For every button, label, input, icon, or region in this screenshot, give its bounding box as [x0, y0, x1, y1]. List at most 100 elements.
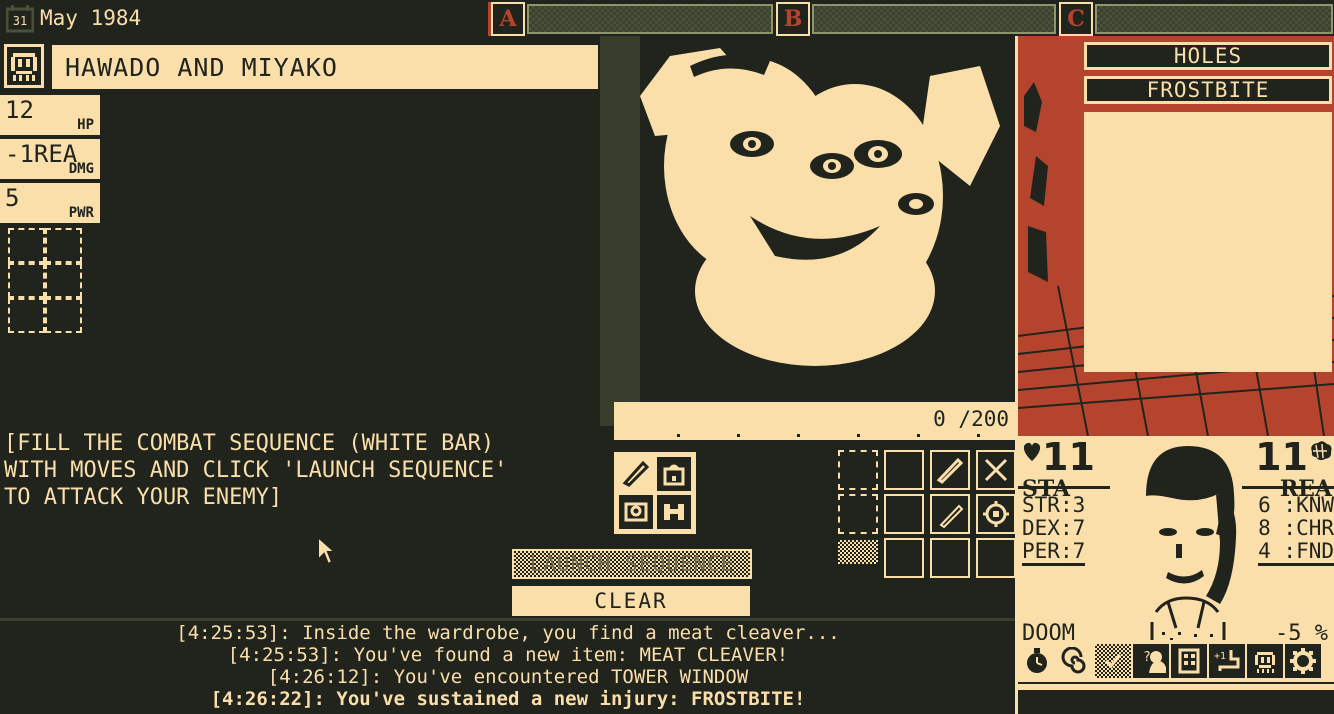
stat-hp-value: 12 [5, 96, 34, 124]
bottom-toolbar[interactable]: ? +1 [1018, 640, 1334, 682]
slot-bar-a[interactable] [527, 4, 773, 34]
inventory-slot[interactable] [8, 263, 45, 298]
inquiry-icon-button[interactable]: ? [1133, 644, 1169, 678]
brain-icon [1311, 441, 1332, 461]
building-icon-button[interactable] [1171, 644, 1207, 678]
party-creature-icon[interactable] [4, 44, 44, 88]
attr-chr-value: 8 [1258, 516, 1271, 540]
move-cross-slash[interactable] [976, 450, 1016, 490]
kneel-figure-icon [894, 503, 909, 523]
equip-slot-helmet[interactable] [617, 493, 655, 531]
inventory-slot[interactable] [45, 298, 82, 333]
inventory-slot[interactable] [45, 263, 82, 298]
move-grab-hand[interactable] [884, 450, 924, 490]
attr-fnd-value: 4 [1258, 539, 1271, 563]
attr-chr: 8 :CHR [1258, 516, 1334, 540]
move-slot-empty[interactable] [838, 450, 878, 490]
toolbar-underline [1018, 684, 1334, 690]
sequence-counter: 0 /200 [933, 407, 1009, 431]
reason-value: 11 [1255, 436, 1308, 479]
slot-letter-a[interactable]: A [491, 2, 525, 36]
launch-sequence-button[interactable]: LAUNCH SEQUENCE [512, 549, 752, 579]
right-panel: HOLES FROSTBITE 11 STA 11 REA STR:3 DEX:… [1018, 36, 1334, 714]
attr-dex-key: DEX [1022, 516, 1060, 540]
attr-knw: 6 :KNW [1258, 493, 1334, 517]
mouse-cursor [316, 534, 338, 568]
attr-str-value: 3 [1072, 493, 1086, 517]
instruction-line-3: TO ATTACK YOUR ENEMY] [4, 485, 283, 510]
stat-hp: 12 HP [0, 95, 100, 135]
log-separator [0, 618, 1016, 621]
slot-letter-c[interactable]: C [1059, 2, 1093, 36]
inventory-slot[interactable] [45, 228, 82, 263]
creature-icon-button[interactable] [1247, 644, 1283, 678]
injury-list: HOLES FROSTBITE [1084, 42, 1332, 110]
move-kneel-figure[interactable] [884, 494, 924, 534]
slot-bar-c[interactable] [1095, 4, 1333, 34]
move-target[interactable] [976, 494, 1016, 534]
dither-icon-button[interactable] [1095, 644, 1131, 678]
heal-figure-icon [939, 545, 962, 568]
target-icon [983, 501, 1009, 527]
encounter-title-bar: HAWADO AND MIYAKO [52, 45, 598, 89]
stat-dmg: -1REA DMG [0, 139, 100, 179]
heart-icon [1023, 442, 1041, 461]
equip-slot-bag[interactable] [655, 455, 693, 493]
move-slot-blank[interactable] [884, 538, 924, 578]
character-sheet: 11 STA 11 REA STR:3 DEX:7 PER:7 6:KNW 8… [1018, 436, 1334, 674]
move-slash-blade[interactable] [930, 450, 970, 490]
page-title: HAWADO AND MIYAKO [65, 52, 338, 82]
svg-text:31: 31 [13, 14, 27, 28]
log-line-alert: [4:26:22]: You've sustained a new injury… [210, 688, 806, 710]
gear-icon-button[interactable] [1285, 644, 1321, 678]
combat-move-grid[interactable] [838, 450, 1016, 578]
stat-hp-label: HP [77, 117, 94, 133]
avatar [1106, 436, 1266, 674]
injury-item[interactable]: FROSTBITE [1084, 76, 1332, 104]
clear-button[interactable]: CLEAR [512, 586, 750, 616]
log-line: [4:25:53]: Inside the wardrobe, you find… [176, 622, 840, 644]
instruction-line-2: WITH MOVES AND CLICK 'LAUNCH SEQUENCE' [4, 458, 508, 483]
instructions-text: [FILL THE COMBAT SEQUENCE (WHITE BAR) WI… [4, 430, 604, 511]
attr-str-key: STR [1022, 493, 1060, 517]
inventory-grid[interactable] [8, 228, 86, 338]
attr-knw-key: KNW [1296, 493, 1334, 517]
move-slot-empty[interactable] [838, 494, 878, 534]
attr-per: PER:7 [1022, 539, 1086, 566]
stat-pwr-label: PWR [68, 205, 94, 221]
spiral-icon-button[interactable] [1057, 644, 1093, 678]
inventory-slot[interactable] [8, 298, 45, 333]
equip-slot-boots[interactable] [655, 493, 693, 531]
move-thrust-blade[interactable] [930, 494, 970, 534]
injury-item[interactable]: HOLES [1084, 42, 1332, 70]
attr-str: STR:3 [1022, 493, 1086, 517]
attr-per-value: 7 [1072, 539, 1086, 563]
stat-dmg-label: DMG [68, 161, 94, 177]
slot-bar-b[interactable] [812, 4, 1056, 34]
left-stat-panel: 12 HP -1REA DMG 5 PWR [0, 95, 100, 227]
svg-text:+1: +1 [1214, 651, 1226, 662]
attr-dex-value: 7 [1072, 516, 1086, 540]
slot-letter-b[interactable]: B [776, 2, 810, 36]
move-heal-figure[interactable] [930, 538, 970, 578]
calendar-icon: 31 [5, 5, 35, 33]
inventory-slot[interactable] [8, 228, 45, 263]
boots-icon [664, 504, 684, 520]
injury-detail-panel [1084, 112, 1332, 372]
thrust-blade-icon [939, 504, 964, 529]
attr-dex: DEX:7 [1022, 516, 1086, 540]
move-slot-dither [838, 540, 878, 564]
cross-slash-icon [984, 458, 1008, 482]
svg-text:?: ? [1143, 650, 1151, 665]
equip-slot-weapon[interactable] [617, 455, 655, 493]
cleaver-icon [622, 460, 650, 487]
attr-knw-value: 6 [1258, 493, 1271, 517]
levelup-icon-button[interactable]: +1 [1209, 644, 1245, 678]
move-slot-blank[interactable] [976, 538, 1016, 578]
game-window: 31 May 1984 A B C HAWADO AND MIYAKO 12 H… [0, 0, 1334, 714]
combat-sequence-bar[interactable]: 0 /200 [614, 402, 1020, 440]
stat-dmg-value: -1REA [5, 140, 78, 168]
log-line: [4:25:53]: You've found a new item: MEAT… [227, 644, 789, 666]
pocketwatch-icon-button[interactable] [1019, 644, 1055, 678]
equipment-grid[interactable] [614, 452, 696, 534]
